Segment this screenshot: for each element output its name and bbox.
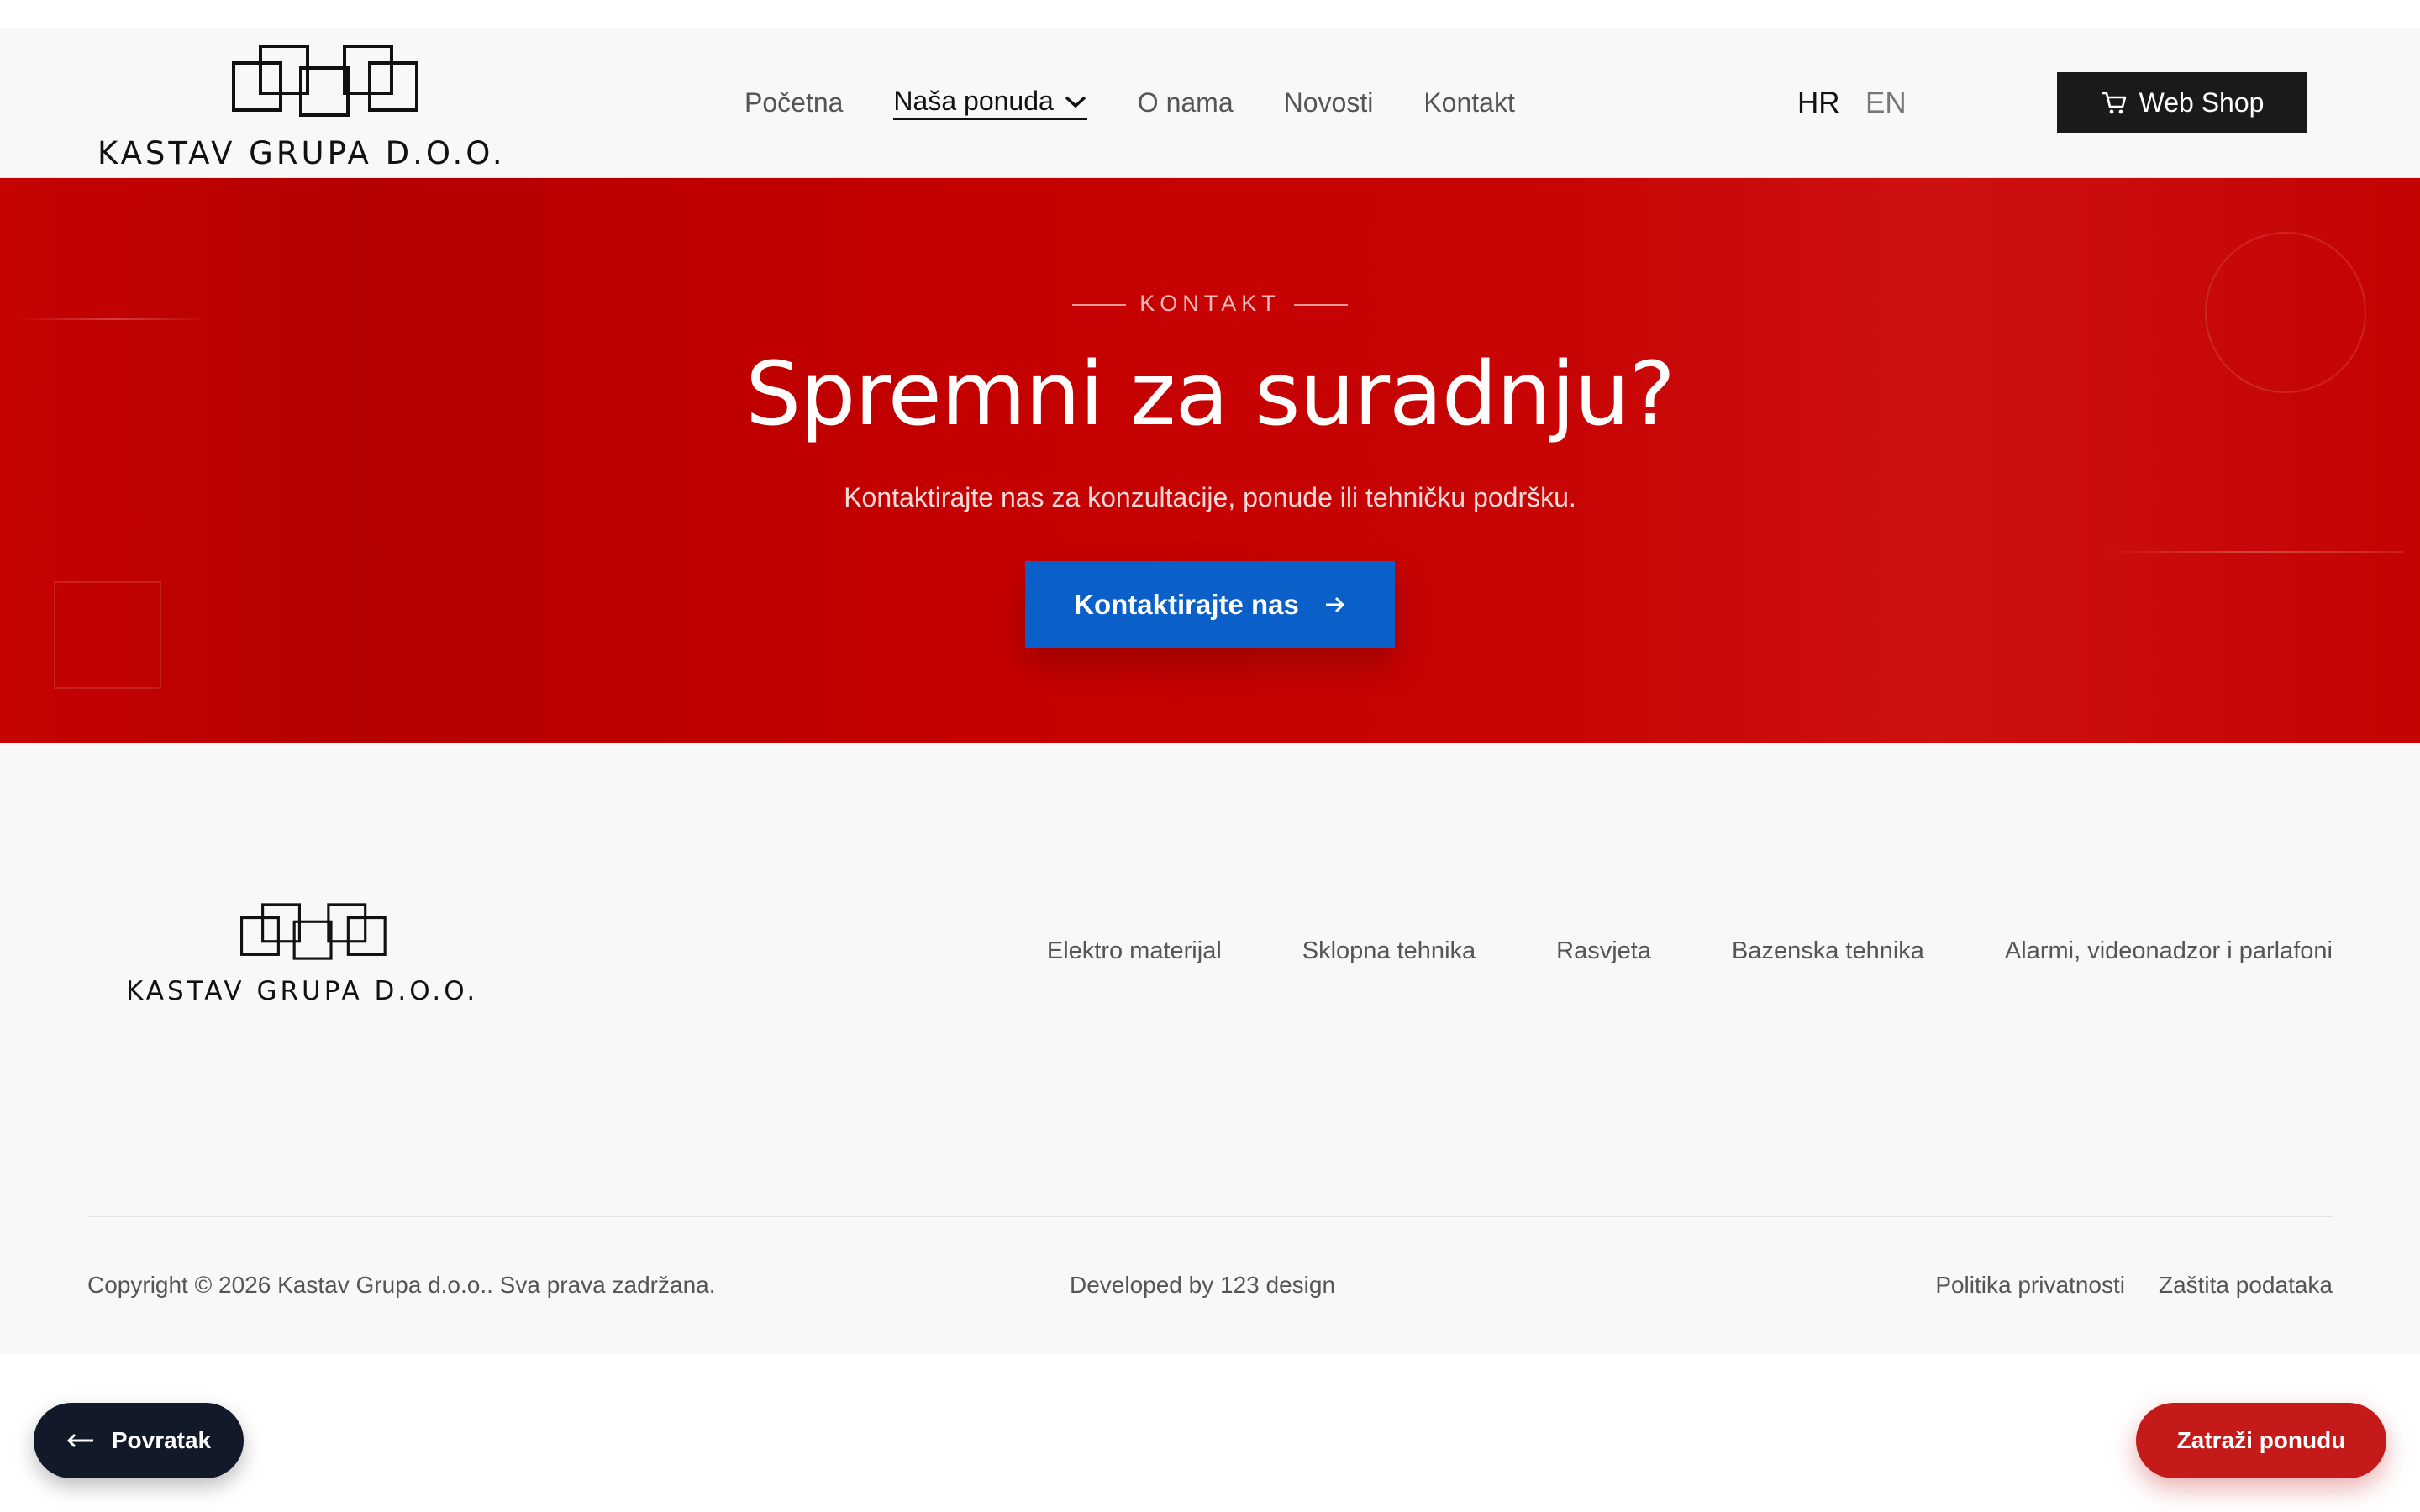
decorative-line — [17, 318, 210, 320]
chevron-down-icon — [1065, 96, 1086, 108]
request-quote-button[interactable]: Zatraži ponudu — [2136, 1403, 2386, 1478]
decorative-line — [2101, 551, 2403, 553]
data-protection-link[interactable]: Zaštita podataka — [2159, 1272, 2333, 1299]
hero-eyebrow: KONTAKT — [0, 291, 2420, 317]
decorative-square — [54, 581, 161, 689]
arrow-left-icon — [66, 1433, 93, 1448]
footer-link-sklopna-tehnika[interactable]: Sklopna tehnika — [1302, 937, 1476, 965]
nav-item-kontakt[interactable]: Kontakt — [1423, 87, 1515, 118]
site-header: KASTAV GRUPA D.O.O. Početna Naša ponuda … — [0, 28, 2420, 178]
nav-label: O nama — [1137, 87, 1234, 118]
nav-item-nasa-ponuda[interactable]: Naša ponuda — [893, 86, 1087, 120]
main-nav: Početna Naša ponuda O nama Novosti Konta… — [744, 28, 1565, 178]
webshop-button[interactable]: Web Shop — [2057, 72, 2307, 133]
footer-link-elektro-materijal[interactable]: Elektro materijal — [1047, 937, 1222, 965]
interlocking-squares-logo-icon — [240, 903, 387, 960]
nav-label: Novosti — [1283, 87, 1374, 118]
header-logo[interactable]: KASTAV GRUPA D.O.O. — [97, 45, 573, 171]
hero-subtitle: Kontaktirajte nas za konzultacije, ponud… — [844, 482, 1576, 512]
quote-label: Zatraži ponudu — [2176, 1427, 2346, 1453]
hero-title: Spremni za suradnju? — [745, 343, 1676, 445]
nav-label: Naša ponuda — [893, 86, 1054, 116]
eyebrow-dash — [1293, 303, 1348, 306]
lang-en[interactable]: EN — [1865, 28, 1907, 178]
brand-name: KASTAV GRUPA D.O.O. — [97, 135, 506, 171]
footer-link-rasvjeta[interactable]: Rasvjeta — [1556, 937, 1651, 965]
interlocking-squares-logo-icon — [232, 45, 418, 117]
footer-brand-name: KASTAV GRUPA D.O.O. — [126, 976, 479, 1006]
footer-link-alarmi[interactable]: Alarmi, videonadzor i parlafoni — [2005, 937, 2333, 965]
cart-icon — [2102, 92, 2126, 114]
footer-link-bazenska-tehnika[interactable]: Bazenska tehnika — [1732, 937, 1924, 965]
site-footer: KASTAV GRUPA D.O.O. Elektro materijal Sk… — [0, 743, 2420, 1354]
lang-hr[interactable]: HR — [1797, 28, 1840, 178]
nav-label: Kontakt — [1423, 87, 1515, 118]
webshop-label: Web Shop — [2139, 87, 2265, 118]
eyebrow-dash — [1072, 303, 1127, 306]
contact-hero: KONTAKT Spremni za suradnju? Kontaktiraj… — [0, 178, 2420, 743]
copyright-text: Copyright © 2026 Kastav Grupa d.o.o.. Sv… — [87, 1272, 716, 1298]
contact-us-button[interactable]: Kontaktirajte nas — [1025, 561, 1395, 648]
footer-logo[interactable]: KASTAV GRUPA D.O.O. — [126, 902, 529, 1011]
nav-label: Početna — [744, 87, 844, 118]
footer-divider — [87, 1216, 2333, 1217]
footer-links: Elektro materijal Sklopna tehnika Rasvje… — [966, 937, 2333, 965]
arrow-right-icon — [1325, 596, 1344, 613]
nav-item-novosti[interactable]: Novosti — [1284, 87, 1374, 118]
eyebrow-text: KONTAKT — [1139, 291, 1281, 316]
nav-item-pocetna[interactable]: Početna — [744, 87, 843, 118]
nav-item-o-nama[interactable]: O nama — [1138, 87, 1234, 118]
back-button[interactable]: Povratak — [34, 1403, 244, 1478]
back-label: Povratak — [111, 1427, 212, 1453]
legal-links: Politika privatnosti Zaštita podataka — [1902, 1272, 2333, 1299]
privacy-policy-link[interactable]: Politika privatnosti — [1935, 1272, 2125, 1299]
developed-by-link[interactable]: Developed by 123 design — [1070, 1272, 1335, 1299]
cta-label: Kontaktirajte nas — [1074, 589, 1299, 620]
